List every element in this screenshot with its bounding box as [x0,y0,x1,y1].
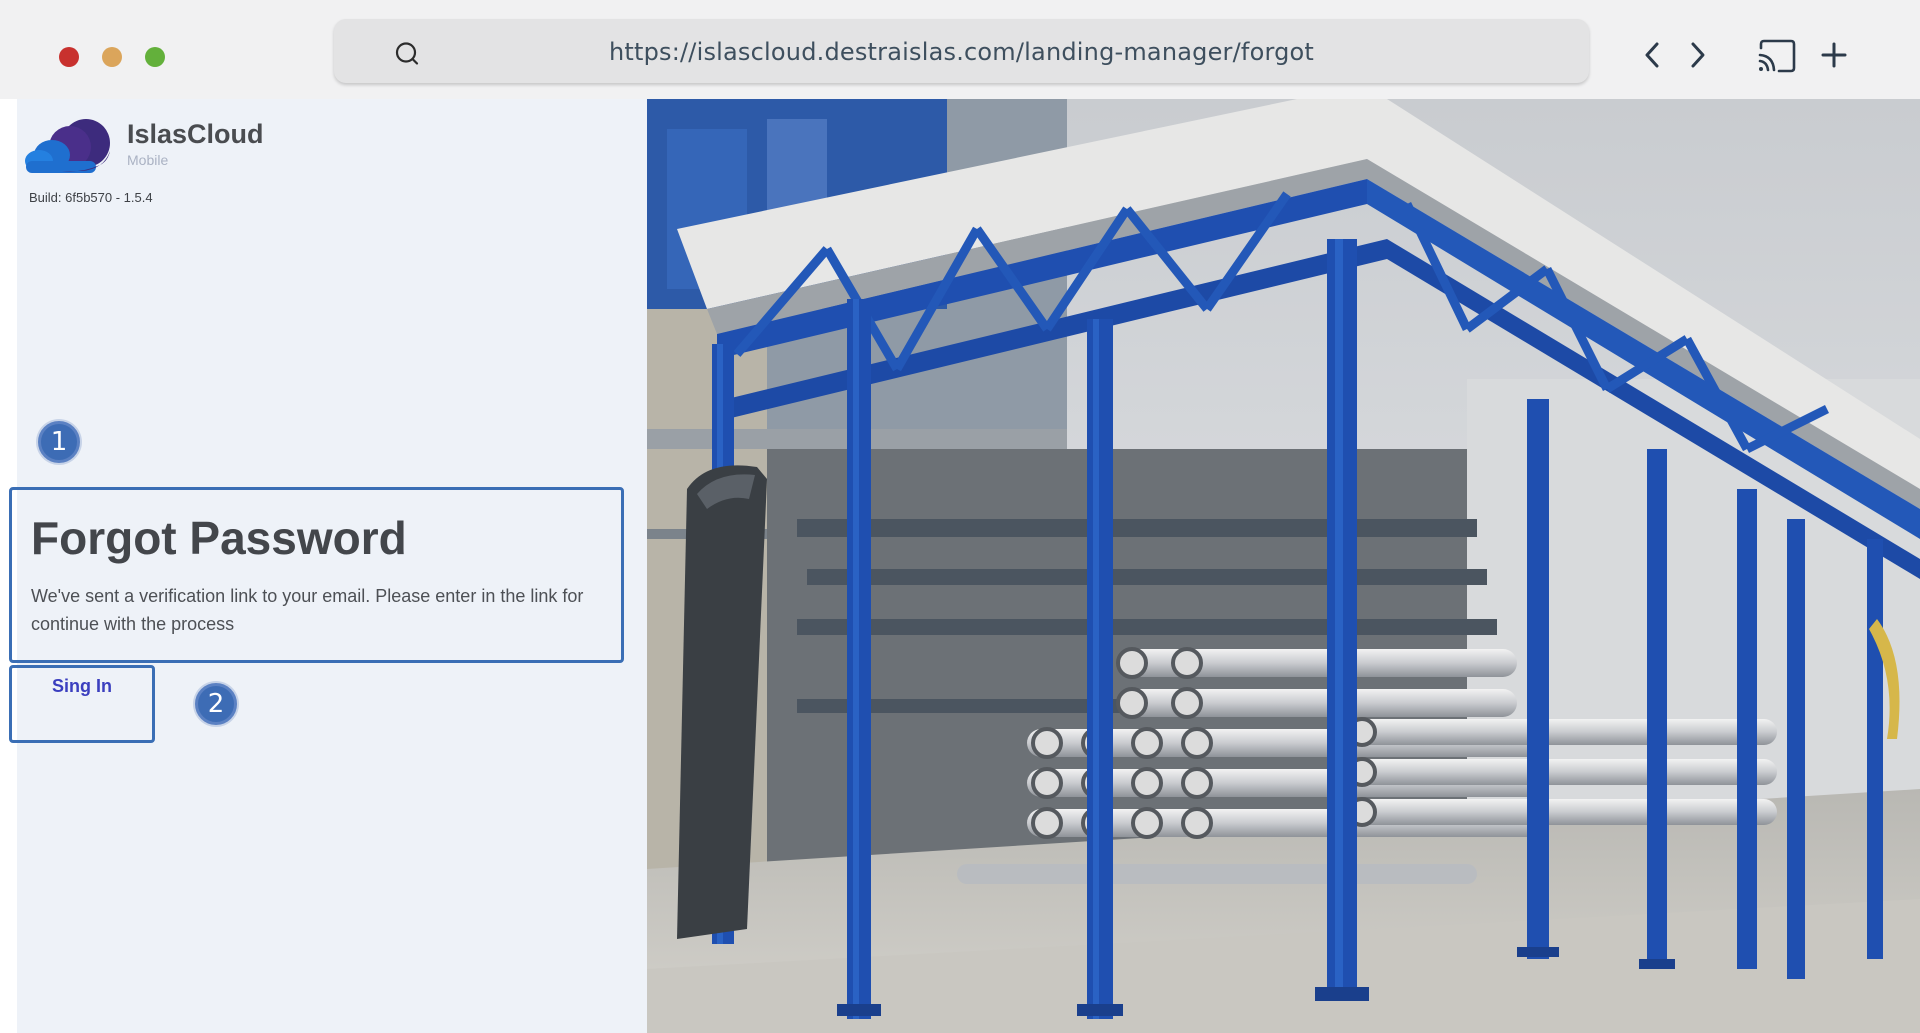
sign-in-label: Sing In [52,676,112,696]
maximize-window-button[interactable] [145,47,165,67]
islascloud-logo [25,119,110,173]
forgot-password-card: Forgot Password We've sent a verificatio… [9,487,624,663]
plus-icon[interactable] [1820,41,1848,69]
step-marker-1: 1 [38,421,80,463]
app-subtitle: Mobile [127,152,169,168]
verification-message: We've sent a verification link to your e… [31,586,584,634]
sign-in-button[interactable]: Sing In [9,665,155,743]
cast-icon[interactable] [1757,39,1797,73]
minimize-window-button[interactable] [102,47,122,67]
chevron-left-icon[interactable] [1640,38,1664,72]
app-name: IslasCloud [127,119,264,149]
step-marker-2: 2 [195,683,237,725]
url-text[interactable]: https://islascloud.destraislas.com/landi… [334,38,1589,66]
browser-toolbar: https://islascloud.destraislas.com/landi… [0,0,1920,99]
page-title: Forgot Password [31,512,407,564]
chevron-right-icon[interactable] [1686,38,1710,72]
hero-image [647,99,1920,1033]
build-version: Build: 6f5b570 - 1.5.4 [29,190,153,205]
address-bar[interactable]: https://islascloud.destraislas.com/landi… [334,19,1589,83]
close-window-button[interactable] [59,47,79,67]
